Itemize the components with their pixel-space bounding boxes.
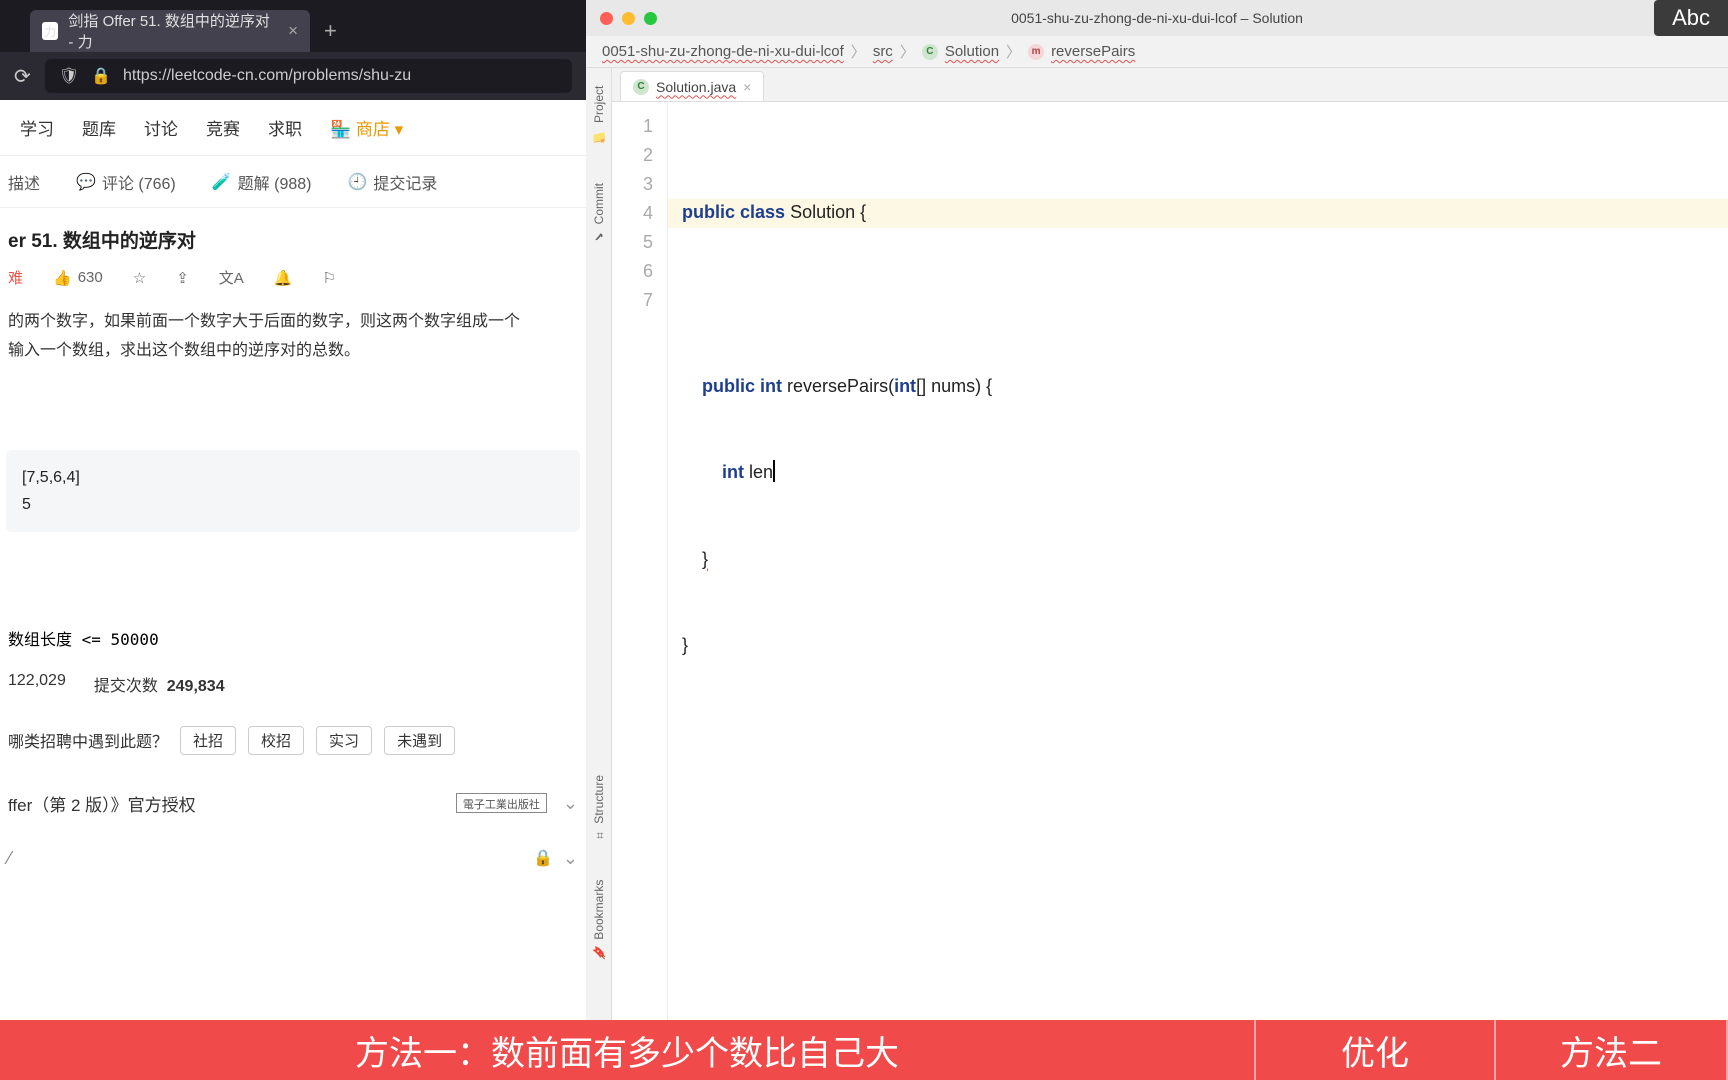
difficulty-badge: 难 (8, 267, 23, 288)
chevron-down-icon[interactable]: ⌄ (563, 848, 578, 869)
crumb-project[interactable]: 0051-shu-zu-zhong-de-ni-xu-dui-lcof (602, 43, 844, 60)
class-icon: C (633, 79, 649, 95)
new-tab-button[interactable]: + (310, 18, 351, 52)
publisher-logo: 電子工業出版社 (456, 793, 547, 813)
slash-icon: ⁄ (8, 848, 11, 869)
method-icon: m (1028, 44, 1044, 60)
star-icon[interactable]: ☆ (133, 269, 146, 287)
editor-body[interactable]: 1234567 public class Solution { public i… (612, 102, 1728, 1020)
chip-social[interactable]: 社招 (180, 726, 236, 755)
line-gutter: 1234567 (612, 102, 668, 1020)
browser-toolbar: ⟳ 🛡 🔒 https://leetcode-cn.com/problems/s… (0, 52, 586, 100)
editor-tab-label: Solution.java (656, 79, 736, 95)
browser-window: 力 剑指 Offer 51. 数组中的逆序对 - 力 × + ⟳ 🛡 🔒 htt… (0, 0, 586, 1020)
pass-count: 122,029 (8, 672, 66, 696)
nav-discuss[interactable]: 讨论 (144, 115, 178, 140)
book-auth-row[interactable]: ffer（第 2 版）》官方授权 電子工業出版社 ⌄ (0, 773, 586, 834)
problem-actions: 难 👍 630 ☆ ⇪ 文A 🔔 ⚐ (0, 253, 586, 308)
nav-problems[interactable]: 题库 (82, 115, 116, 140)
strip-method1[interactable]: 方法一：数前面有多少个数比自己大 (0, 1020, 1256, 1080)
editor-tab[interactable]: C Solution.java × (620, 71, 764, 101)
maximize-window-icon[interactable] (644, 12, 657, 25)
tab-history[interactable]: 🕘 提交记录 (347, 170, 437, 194)
strip-method2[interactable]: 方法二 (1496, 1020, 1728, 1080)
crumb-src[interactable]: src (873, 43, 893, 60)
breadcrumb-row: ⁄ 🔒 ⌄ (0, 834, 586, 883)
tool-bookmarks[interactable]: 🔖 Bookmarks (592, 880, 606, 960)
chevron-right-icon: 〉 (1006, 41, 1021, 62)
nav-contest[interactable]: 竞赛 (206, 115, 240, 140)
bottom-strip: 方法一：数前面有多少个数比自己大 优化 方法二 (0, 1020, 1728, 1080)
example-input: [7,5,6,4] (22, 464, 564, 491)
ide-titlebar: 0051-shu-zu-zhong-de-ni-xu-dui-lcof – So… (586, 0, 1728, 36)
desc-line: 输入一个数组，求出这个数组中的逆序对的总数。 (8, 337, 578, 366)
lock-icon: 🔒 (533, 848, 553, 868)
reload-icon[interactable]: ⟳ (14, 64, 31, 89)
auth-text: ffer（第 2 版）》官方授权 (8, 791, 196, 816)
tool-commit[interactable]: ✔ Commit (592, 183, 606, 243)
shield-icon: 🛡 (59, 66, 79, 86)
problem-description: 的两个数字，如果前面一个数字大于后面的数字，则这两个数字组成一个 输入一个数组，… (0, 308, 586, 366)
tab-description[interactable]: 描述 (8, 170, 40, 194)
chip-intern[interactable]: 实习 (316, 726, 372, 755)
like-button[interactable]: 👍 630 (53, 269, 103, 287)
ide-breadcrumb: 0051-shu-zu-zhong-de-ni-xu-dui-lcof 〉 sr… (586, 36, 1728, 68)
strip-optimize[interactable]: 优化 (1256, 1020, 1496, 1080)
crumb-class[interactable]: Solution (945, 43, 999, 60)
submit-stats: 提交次数 249,834 (94, 672, 225, 696)
problem-title: er 51. 数组中的逆序对 (0, 208, 586, 253)
code-area[interactable]: public class Solution { public int rever… (668, 102, 1728, 1020)
problem-stats: 122,029 提交次数 249,834 (0, 660, 586, 708)
address-bar[interactable]: 🛡 🔒 https://leetcode-cn.com/problems/shu… (45, 59, 572, 93)
browser-tabbar: 力 剑指 Offer 51. 数组中的逆序对 - 力 × + (0, 0, 586, 52)
url-text: https://leetcode-cn.com/problems/shu-zu (123, 67, 411, 85)
ide-main: 📁 Project ✔ Commit ⌗ Structure 🔖 Bookmar… (586, 68, 1728, 1020)
desc-line: 的两个数字，如果前面一个数字大于后面的数字，则这两个数字组成一个 (8, 308, 578, 337)
chevron-down-icon[interactable]: ⌄ (563, 793, 578, 814)
chevron-right-icon: 〉 (851, 41, 866, 62)
tool-structure[interactable]: ⌗ Structure (592, 775, 606, 841)
problem-tabs: 描述 💬 评论 (766) 🧪 题解 (988) 🕘 提交记录 (0, 156, 586, 208)
editor-area: C Solution.java × 1234567 public class S… (612, 68, 1728, 1020)
traffic-lights (600, 12, 657, 25)
constraint: 数组长度 <= 50000 (0, 616, 586, 660)
site-nav: 学习 题库 讨论 竞赛 求职 🏪 商店 ▾ (0, 100, 586, 156)
ide-window-title: 0051-shu-zu-zhong-de-ni-xu-dui-lcof – So… (1011, 10, 1303, 26)
crumb-method[interactable]: reversePairs (1051, 43, 1135, 60)
chip-none[interactable]: 未遇到 (384, 726, 455, 755)
bell-icon[interactable]: 🔔 (274, 269, 293, 287)
tool-project[interactable]: 📁 Project (592, 86, 606, 143)
chevron-right-icon: 〉 (900, 41, 915, 62)
company-q-label: 哪类招聘中遇到此题？ (8, 728, 168, 752)
ide-tool-sidebar: 📁 Project ✔ Commit ⌗ Structure 🔖 Bookmar… (586, 68, 612, 1020)
chip-campus[interactable]: 校招 (248, 726, 304, 755)
input-mode-badge: Abc (1654, 0, 1728, 36)
lock-icon: 🔒 (91, 66, 111, 86)
close-icon[interactable]: × (743, 79, 751, 95)
close-window-icon[interactable] (600, 12, 613, 25)
text-cursor (773, 460, 775, 482)
tab-title: 剑指 Offer 51. 数组中的逆序对 - 力 (68, 10, 278, 52)
example-output: 5 (22, 491, 564, 518)
feedback-icon[interactable]: ⚐ (322, 269, 335, 287)
close-icon[interactable]: × (288, 21, 298, 41)
example-block: [7,5,6,4] 5 (6, 450, 580, 532)
editor-tabs: C Solution.java × (612, 68, 1728, 102)
nav-learn[interactable]: 学习 (20, 115, 54, 140)
class-icon: C (922, 44, 938, 60)
tab-solutions[interactable]: 🧪 题解 (988) (212, 170, 312, 194)
share-icon[interactable]: ⇪ (176, 269, 189, 287)
translate-icon[interactable]: 文A (219, 267, 244, 288)
minimize-window-icon[interactable] (622, 12, 635, 25)
company-question: 哪类招聘中遇到此题？ 社招 校招 实习 未遇到 (0, 708, 586, 773)
nav-jobs[interactable]: 求职 (268, 115, 302, 140)
nav-shop[interactable]: 🏪 商店 ▾ (330, 115, 403, 140)
tab-favicon: 力 (42, 22, 58, 40)
tab-comments[interactable]: 💬 评论 (766) (76, 170, 176, 194)
ide-window: 0051-shu-zu-zhong-de-ni-xu-dui-lcof – So… (586, 0, 1728, 1020)
browser-tab[interactable]: 力 剑指 Offer 51. 数组中的逆序对 - 力 × (30, 10, 310, 52)
